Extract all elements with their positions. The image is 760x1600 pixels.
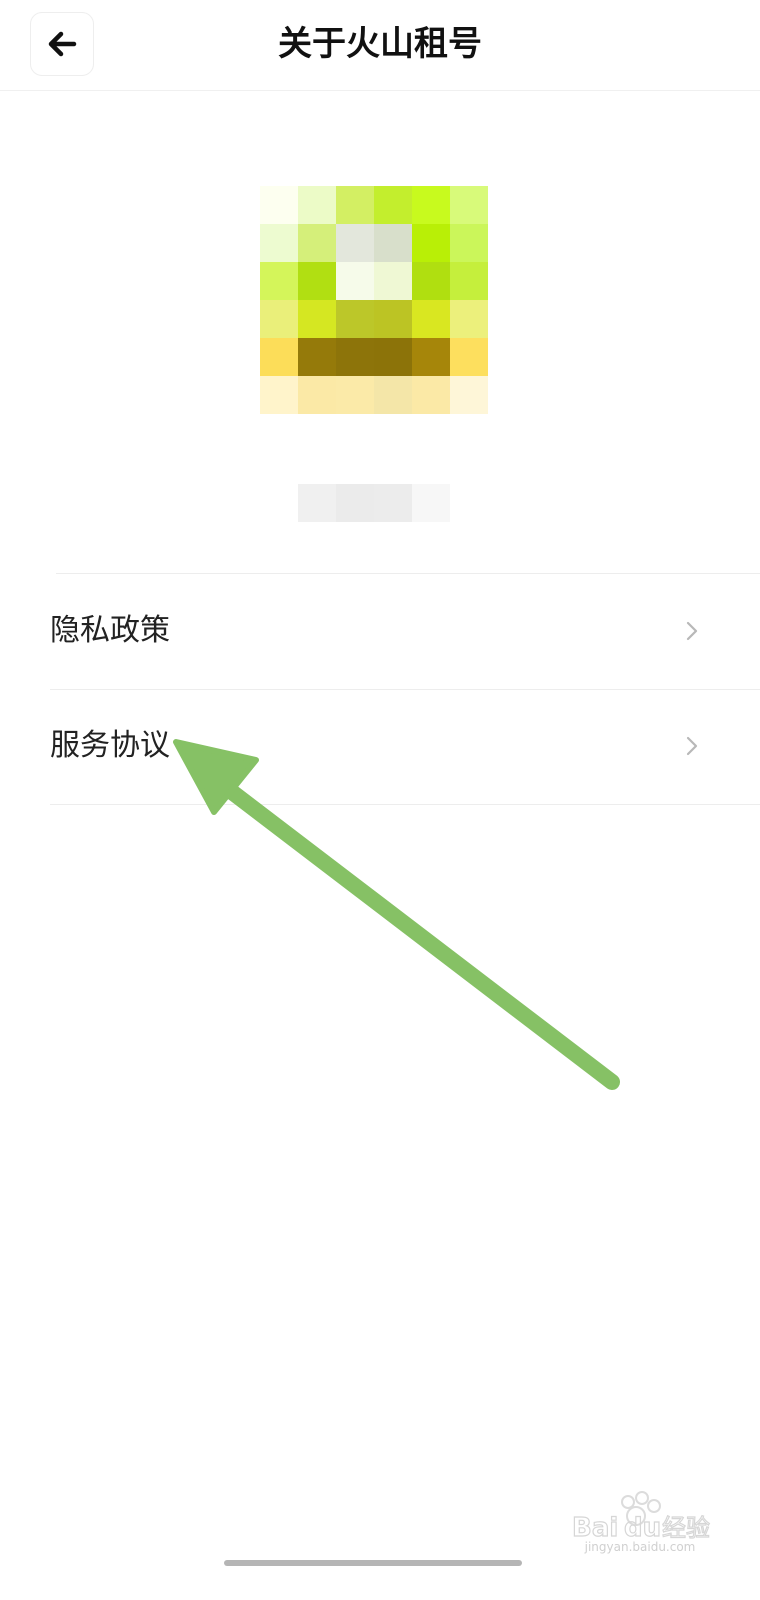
page-title: 关于火山租号 [278, 24, 482, 64]
service-agreement-item[interactable]: 服务协议 [50, 689, 760, 804]
watermark-url: jingyan.baidu.com [584, 1540, 696, 1554]
chevron-right-icon [686, 621, 698, 641]
home-indicator[interactable] [224, 1560, 522, 1566]
app-logo-image [260, 186, 488, 414]
privacy-policy-label: 隐私政策 [50, 613, 170, 648]
privacy-policy-item[interactable]: 隐私政策 [50, 574, 760, 689]
baidu-jingyan-watermark-logo: Bai du 经验 [571, 1491, 711, 1544]
header-bar: 关于火山租号 [0, 0, 760, 91]
svg-text:经验: 经验 [662, 1514, 710, 1542]
service-agreement-label: 服务协议 [50, 728, 170, 763]
version-info-blurred [298, 484, 450, 522]
divider [50, 804, 760, 805]
chevron-right-icon [686, 736, 698, 756]
svg-text:Bai: Bai [572, 1513, 618, 1543]
svg-text:du: du [624, 1513, 661, 1543]
